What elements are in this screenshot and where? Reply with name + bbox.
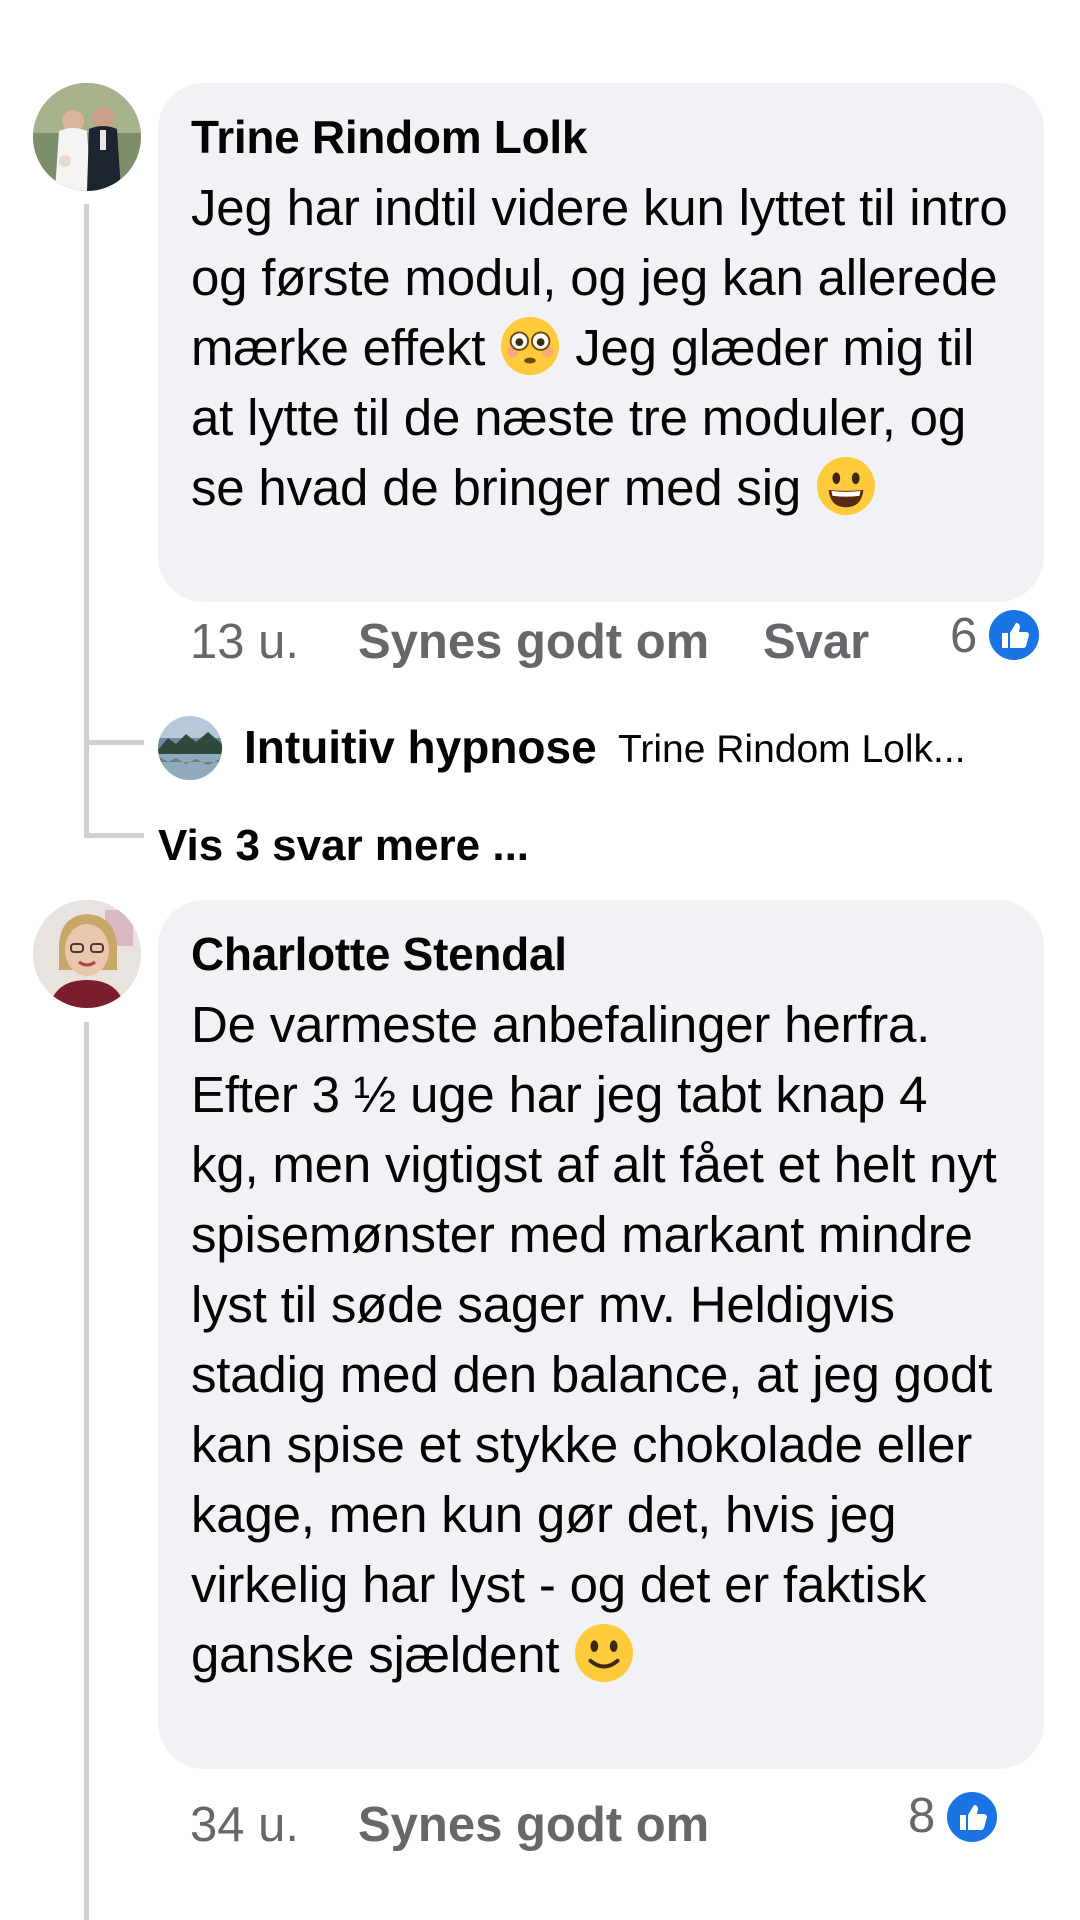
slightly-smiling-face-emoji xyxy=(573,1622,635,1684)
flushed-face-emoji xyxy=(499,315,561,377)
avatar[interactable] xyxy=(158,716,222,780)
reaction-count[interactable]: 8 xyxy=(908,1786,935,1846)
grinning-face-emoji xyxy=(815,455,877,517)
like-button[interactable]: Synes godt om xyxy=(358,612,709,672)
comment-bubble: Charlotte Stendal De varmeste anbefaling… xyxy=(158,900,1044,1769)
thread-line-branch xyxy=(84,740,144,745)
comment-bubble: Trine Rindom Lolk Jeg har indtil videre … xyxy=(158,83,1044,602)
avatar[interactable] xyxy=(33,900,141,1008)
thumbs-up-icon[interactable] xyxy=(944,1789,1000,1845)
thread-line xyxy=(84,1022,89,1920)
comment-actions: 34 u. Synes godt om xyxy=(190,1795,790,1855)
comment-author[interactable]: Trine Rindom Lolk xyxy=(191,109,1010,165)
reply-text: Trine Rindom Lolk... xyxy=(618,728,966,771)
comment-text: De varmeste anbefalinger herfra. Efter 3… xyxy=(191,990,1010,1690)
reply-preview[interactable]: Intuitiv hypnose Trine Rindom Lolk... xyxy=(158,716,1038,786)
reaction-count[interactable]: 6 xyxy=(950,606,977,666)
avatar[interactable] xyxy=(33,83,141,191)
comment-text: Jeg har indtil videre kun lyttet til int… xyxy=(191,173,1010,523)
comment-author[interactable]: Charlotte Stendal xyxy=(191,926,1010,982)
reply-author[interactable]: Intuitiv hypnose xyxy=(244,720,597,774)
comment-timestamp[interactable]: 13 u. xyxy=(190,612,299,672)
comment-text-part: De varmeste anbefalinger herfra. Efter 3… xyxy=(191,996,997,1683)
thumbs-up-icon[interactable] xyxy=(986,607,1042,663)
like-button[interactable]: Synes godt om xyxy=(358,1795,709,1855)
more-replies-link[interactable]: Vis 3 svar mere ... xyxy=(158,816,529,876)
reply-button[interactable]: Svar xyxy=(763,612,869,672)
thread-line-branch xyxy=(84,833,144,838)
comment-actions: 13 u. Synes godt om Svar xyxy=(190,612,890,672)
comment-timestamp[interactable]: 34 u. xyxy=(190,1795,299,1855)
